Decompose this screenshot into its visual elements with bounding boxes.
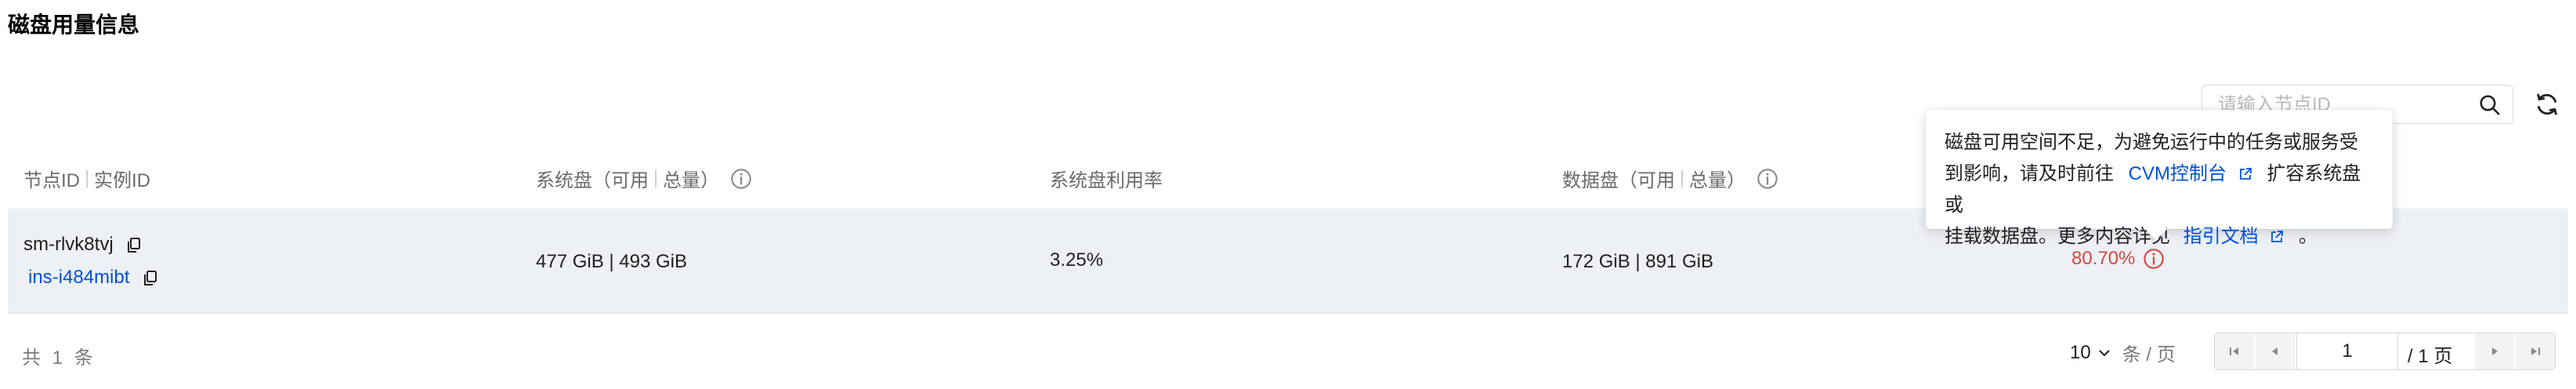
instance-id-cell: ins-i484mibt: [28, 267, 158, 289]
page-size-value[interactable]: 10: [2070, 342, 2091, 364]
chevron-down-icon[interactable]: [2097, 346, 2111, 360]
tooltip-line-3-text: 挂载数据盘。更多内容详见: [1945, 226, 2170, 247]
node-id-cell: sm-rlvk8tvj: [24, 234, 142, 256]
copy-icon[interactable]: [126, 237, 142, 254]
cvm-console-link[interactable]: CVM控制台: [2129, 163, 2227, 184]
first-page-button[interactable]: [2215, 333, 2254, 369]
column-header-instance-id: 实例ID: [94, 170, 150, 191]
column-header-node: 节点ID 实例ID: [24, 165, 150, 192]
guide-doc-link[interactable]: 指引文档: [2183, 226, 2259, 247]
column-header-system-disk-total: 总量）: [663, 170, 719, 191]
tooltip-line-1: 磁盘可用空间不足，为避免运行中的任务或服务受: [1945, 132, 2358, 153]
header-divider: [86, 169, 88, 187]
copy-icon[interactable]: [143, 270, 158, 287]
total-count: 共 1 条: [22, 347, 96, 369]
tooltip-line-2-text: 到影响，请及时前往: [1945, 163, 2114, 184]
page-size-select[interactable]: 10 条 / 页: [2070, 339, 2176, 366]
system-disk-cell: 477 GiB | 493 GiB: [536, 251, 688, 272]
instance-id-link[interactable]: ins-i484mibt: [28, 267, 129, 288]
data-disk-cell: 172 GiB | 891 GiB: [1562, 251, 1714, 272]
pagination: / 1 页: [2214, 333, 2556, 370]
section-title: 磁盘用量信息: [8, 13, 140, 37]
next-page-button[interactable]: [2475, 333, 2514, 369]
column-header-system-disk-label: 系统盘（可用: [536, 170, 649, 191]
node-id: sm-rlvk8tvj: [24, 234, 114, 255]
column-header-system-disk: 系统盘（可用 总量）: [536, 165, 752, 192]
external-link-icon[interactable]: [2238, 167, 2252, 181]
header-divider: [655, 169, 657, 187]
last-page-button[interactable]: [2516, 333, 2555, 369]
column-header-system-usage: 系统盘利用率: [1050, 170, 1163, 191]
info-icon[interactable]: [730, 168, 752, 190]
prev-page-button[interactable]: [2256, 333, 2295, 369]
prev-page-icon: [2272, 347, 2278, 355]
column-header-node-id: 节点ID: [24, 170, 80, 191]
tooltip-line-2: 到影响，请及时前往 CVM控制台 扩容系统盘或: [1945, 158, 2374, 221]
column-header-data-disk-total: 总量）: [1689, 170, 1746, 191]
header-divider: [1681, 169, 1683, 187]
search-icon[interactable]: [2478, 93, 2502, 117]
page-number-input[interactable]: [2296, 333, 2398, 369]
first-page-icon: [2230, 347, 2238, 355]
system-usage-cell: 3.25%: [1050, 249, 1104, 271]
next-page-icon: [2492, 347, 2498, 355]
info-icon[interactable]: [1757, 168, 1778, 190]
column-header-data-disk-label: 数据盘（可用: [1562, 170, 1675, 191]
last-page-icon: [2531, 347, 2540, 355]
external-link-icon[interactable]: [2270, 230, 2284, 244]
tooltip-line-3-suffix: 。: [2299, 226, 2318, 247]
column-header-data-disk: 数据盘（可用 总量）: [1562, 165, 1778, 192]
disk-space-warning-tooltip: 磁盘可用空间不足，为避免运行中的任务或服务受 到影响，请及时前往 CVM控制台 …: [1926, 110, 2393, 247]
refresh-icon[interactable]: [2534, 91, 2560, 118]
total-pages: / 1 页: [2408, 346, 2453, 367]
page-size-unit: 条 / 页: [2122, 344, 2176, 365]
